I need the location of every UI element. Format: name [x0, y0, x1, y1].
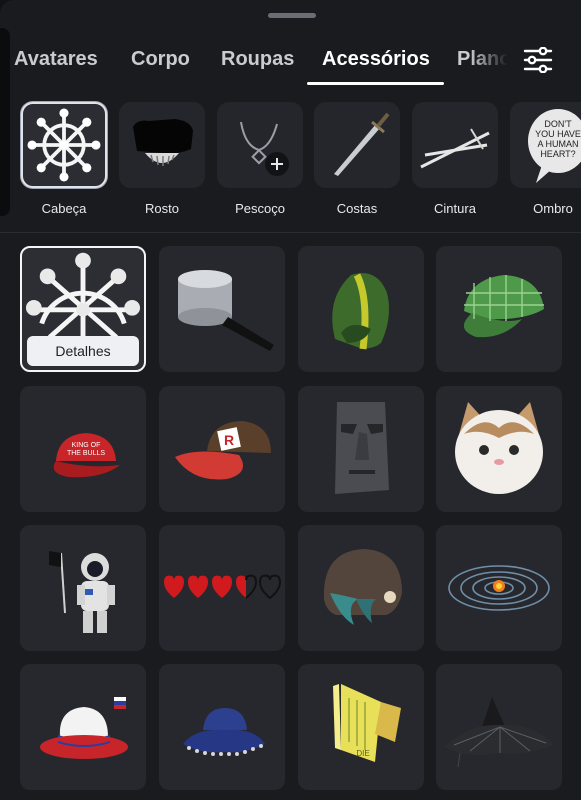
- item-solar-system-halo[interactable]: [436, 525, 562, 651]
- subcat-label: Cintura: [434, 201, 476, 216]
- active-tab-underline: [307, 82, 444, 85]
- subcat-label: Rosto: [145, 201, 179, 216]
- green-hood-icon: [332, 273, 389, 350]
- svg-text:DON'T: DON'T: [544, 119, 572, 129]
- item-moai-head[interactable]: [298, 386, 424, 512]
- subcat-thumb: [119, 102, 205, 188]
- tab-avatares[interactable]: Avatares: [14, 48, 98, 71]
- svg-text:A HUMAN: A HUMAN: [537, 139, 578, 149]
- subcat-label: Costas: [336, 201, 378, 216]
- subcat-cintura[interactable]: Cintura: [412, 100, 498, 216]
- astronaut-icon: [49, 551, 115, 633]
- subcat-costas[interactable]: Costas: [314, 100, 400, 216]
- bucket-hat-icon: [183, 708, 265, 756]
- subcat-label: Pescoço: [235, 201, 285, 216]
- sword-icon: [334, 112, 390, 176]
- red-cap-icon: KING OF THE BULLS: [53, 433, 120, 478]
- cat-head-icon: [455, 402, 543, 494]
- svg-text:HEART?: HEART?: [540, 149, 575, 159]
- subcat-rosto[interactable]: Rosto: [119, 100, 205, 216]
- moai-icon: [335, 402, 389, 494]
- svg-text:THE BULLS: THE BULLS: [67, 450, 105, 457]
- tab-corpo[interactable]: Corpo: [131, 48, 190, 71]
- subcat-pescoco[interactable]: Pescoço: [217, 100, 303, 216]
- item-pixel-hearts[interactable]: [159, 525, 285, 651]
- subcat-thumb: [314, 102, 400, 188]
- sheet-drag-handle[interactable]: [268, 13, 316, 18]
- subcat-label: Ombro: [533, 201, 573, 216]
- svg-text:DIE: DIE: [356, 749, 369, 758]
- fedora-icon: [40, 697, 128, 759]
- item-ship-wheel-hat[interactable]: Detalhes: [20, 246, 146, 372]
- item-cooking-pot-hat[interactable]: [159, 246, 285, 372]
- ship-wheel-hat-icon: [25, 252, 141, 340]
- tabs-fade: [470, 44, 514, 82]
- item-roblox-cap[interactable]: R: [159, 386, 285, 512]
- svg-text:YOU HAVE: YOU HAVE: [535, 129, 581, 139]
- subcat-thumb: [412, 102, 498, 188]
- subcat-label: Cabeça: [41, 201, 87, 216]
- filter-button[interactable]: [519, 44, 557, 76]
- witch-hat-icon: [444, 697, 554, 768]
- plaid-cap-icon: [463, 275, 544, 338]
- solar-system-icon: [448, 565, 550, 611]
- item-brown-helmet[interactable]: [298, 525, 424, 651]
- subcat-ombro[interactable]: DON'T YOU HAVE A HUMAN HEART? Ombro: [510, 100, 581, 216]
- details-button[interactable]: Detalhes: [27, 336, 139, 366]
- cooking-pot-icon: [178, 270, 274, 351]
- subcat-cabeca[interactable]: Cabeça: [21, 100, 107, 216]
- sliders-icon: [523, 47, 553, 73]
- tab-roupas[interactable]: Roupas: [221, 48, 294, 71]
- item-astronaut-figure[interactable]: [20, 525, 146, 651]
- item-cat-head[interactable]: [436, 386, 562, 512]
- item-blue-bucket-hat[interactable]: [159, 664, 285, 790]
- roblox-cap-icon: R: [175, 421, 271, 480]
- face-accessory-icon: [133, 119, 193, 166]
- yellow-sign-icon: DIE: [333, 684, 401, 762]
- item-green-plaid-cap[interactable]: [436, 246, 562, 372]
- divider: [0, 232, 581, 233]
- tab-acessorios[interactable]: Acessórios: [322, 48, 430, 71]
- item-green-hood[interactable]: [298, 246, 424, 372]
- avatar-editor-sheet: Avatares Corpo Roupas Acessórios Plano: [0, 0, 581, 800]
- subcat-thumb: [217, 102, 303, 188]
- item-yellow-sign-hat[interactable]: DIE: [298, 664, 424, 790]
- subcat-thumb: DON'T YOU HAVE A HUMAN HEART?: [510, 102, 581, 188]
- category-tabs: Avatares Corpo Roupas Acessórios Plano: [0, 44, 510, 86]
- ship-wheel-icon: [27, 108, 101, 182]
- item-black-witch-hat[interactable]: [436, 664, 562, 790]
- speech-bubble-icon: DON'T YOU HAVE A HUMAN HEART?: [528, 109, 581, 183]
- necklace-add-icon: [240, 121, 289, 176]
- crossed-swords-icon: [420, 128, 490, 169]
- item-red-bulls-cap[interactable]: KING OF THE BULLS: [20, 386, 146, 512]
- pixel-hearts-icon: [164, 574, 282, 600]
- item-grid: Detalhes KING OF THE BULLS R DIE: [0, 246, 581, 800]
- subcategory-row: Cabeça Rosto Pescoço Costas Cintura DON'…: [0, 100, 581, 230]
- subcat-thumb: [21, 102, 107, 188]
- helmet-icon: [323, 549, 402, 625]
- svg-text:KING OF: KING OF: [72, 442, 101, 449]
- svg-text:R: R: [224, 432, 234, 448]
- item-tricolor-fedora[interactable]: [20, 664, 146, 790]
